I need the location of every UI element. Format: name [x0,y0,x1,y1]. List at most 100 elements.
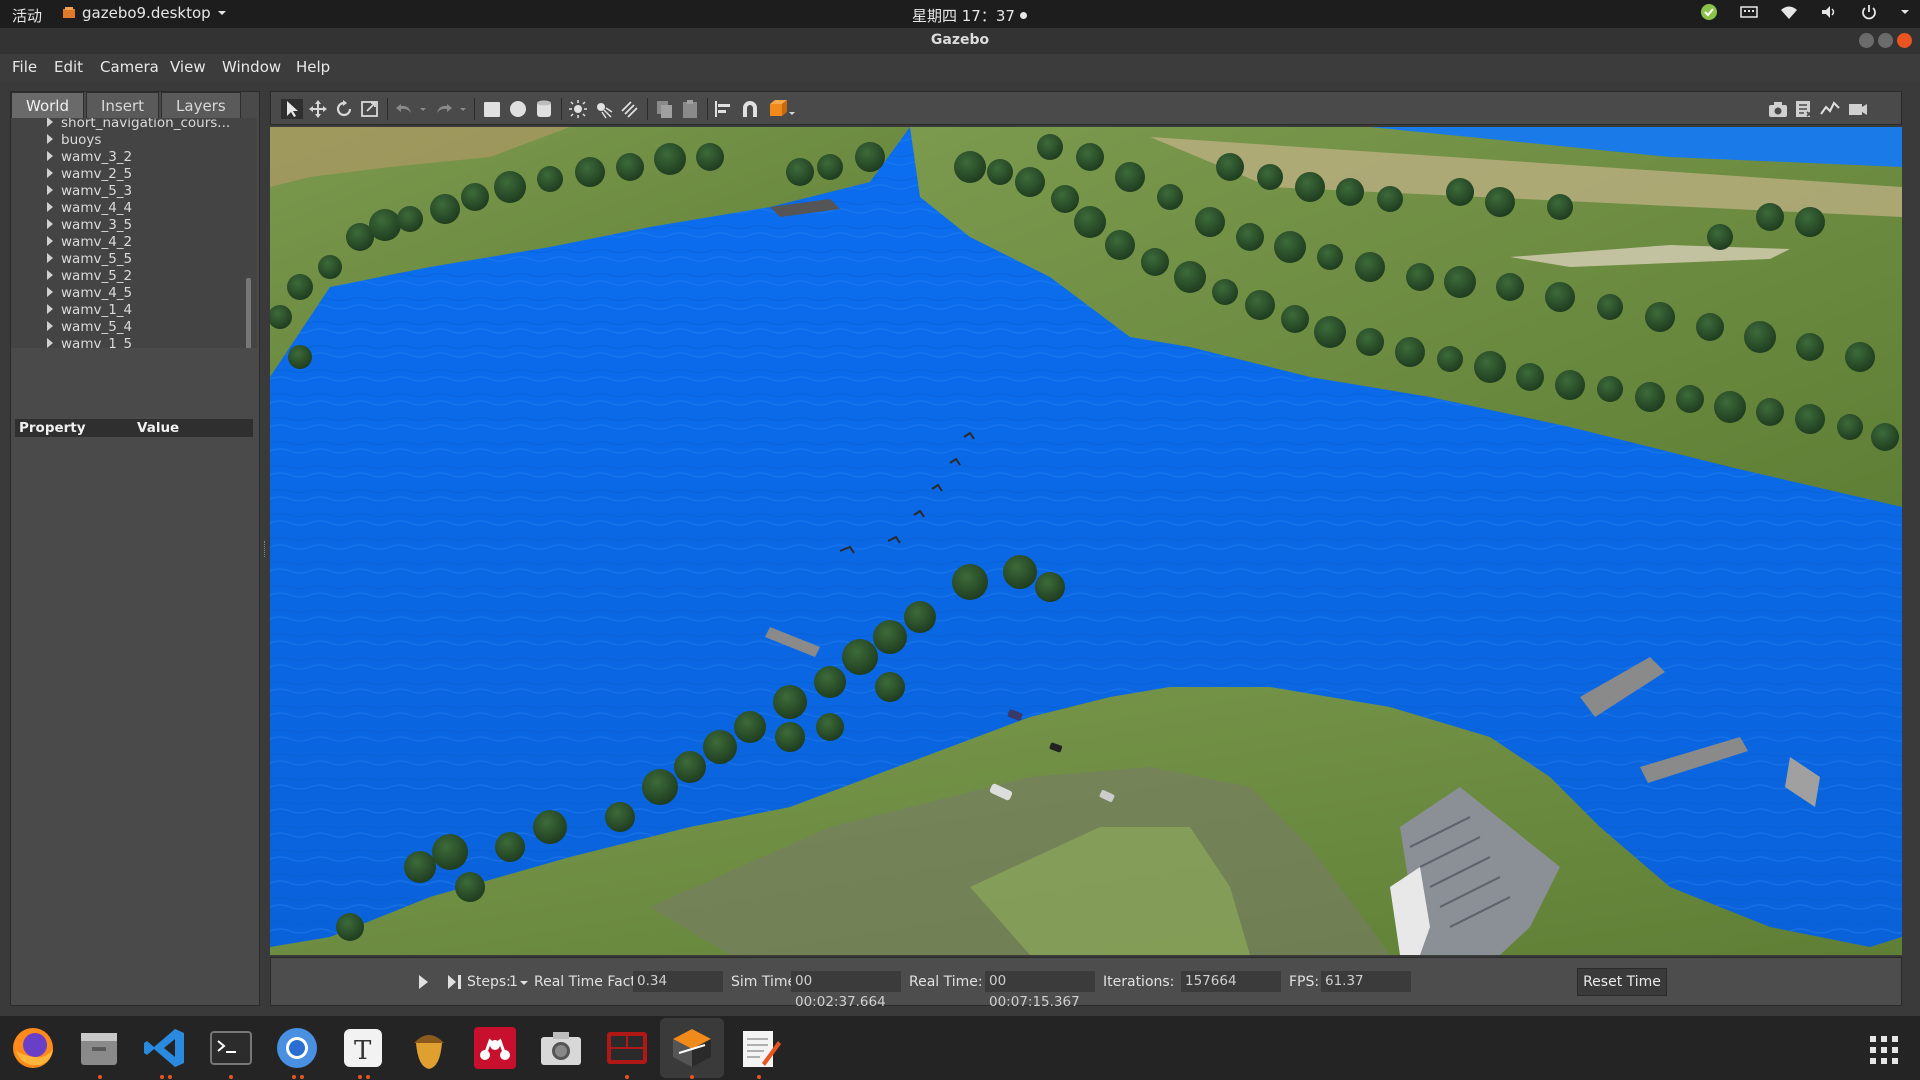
video-record-icon[interactable] [1847,99,1869,119]
typora-icon[interactable]: T [338,1023,388,1073]
terminator-icon[interactable] [602,1023,652,1073]
show-applications-icon[interactable] [1868,1034,1900,1066]
expand-arrow-icon[interactable] [47,185,53,195]
undo-dropdown-icon[interactable] [417,99,429,119]
tab-world[interactable]: World [11,92,84,118]
tree-item[interactable]: wamv_4_2 [47,234,132,251]
copy-icon[interactable] [653,99,675,119]
acorn-icon[interactable] [404,1023,454,1073]
snap-magnet-icon[interactable] [739,99,761,119]
tree-scrollbar[interactable] [246,278,251,348]
tab-layers[interactable]: Layers [161,92,241,118]
close-button[interactable] [1897,33,1912,48]
tree-item[interactable]: wamv_1_4 [47,302,132,319]
app-menu[interactable]: gazebo9.desktop [62,4,227,22]
text-editor-icon[interactable] [734,1023,784,1073]
log-icon[interactable] [1793,99,1815,119]
tree-item[interactable]: wamv_4_4 [47,200,132,217]
window-title-bar[interactable]: Gazebo [0,28,1920,54]
3d-viewport[interactable] [270,127,1902,955]
terminal-icon[interactable] [206,1023,256,1073]
expand-arrow-icon[interactable] [47,270,53,280]
tree-item[interactable]: wamv_2_5 [47,166,132,183]
select-arrow-icon[interactable] [281,99,303,119]
screenshot-camera-icon[interactable] [1767,99,1789,119]
activities-button[interactable]: 活动 [12,5,42,26]
chevron-down-icon[interactable] [1900,7,1910,17]
volume-icon[interactable] [1820,3,1838,21]
box-icon[interactable] [481,99,503,119]
cylinder-icon[interactable] [533,99,555,119]
expand-arrow-icon[interactable] [47,321,53,331]
menu-help[interactable]: Help [296,58,330,76]
vscode-icon[interactable] [140,1023,190,1073]
tree-item[interactable]: wamv_5_5 [47,251,132,268]
play-icon[interactable] [417,974,429,990]
menu-camera[interactable]: Camera [100,58,159,76]
screenshot-app-icon[interactable] [536,1023,586,1073]
minimize-button[interactable] [1859,33,1874,48]
redo-icon[interactable] [433,99,455,119]
keyboard-icon[interactable] [1740,3,1758,21]
undo-icon[interactable] [393,99,415,119]
gazebo-icon[interactable] [667,1023,717,1073]
tree-item[interactable]: short_navigation_cours... [47,118,230,132]
reset-time-button[interactable]: Reset Time [1577,968,1667,996]
point-light-icon[interactable] [567,99,589,119]
chromium-icon[interactable] [272,1023,322,1073]
mendeley-icon[interactable] [470,1023,520,1073]
expand-arrow-icon[interactable] [47,219,53,229]
scale-icon[interactable] [359,99,381,119]
tree-item[interactable]: wamv_3_2 [47,149,132,166]
firefox-icon[interactable] [8,1023,58,1073]
tab-insert[interactable]: Insert [86,92,160,118]
menu-view[interactable]: View [170,58,206,76]
menu-file[interactable]: File [12,58,37,76]
plot-icon[interactable] [1819,99,1841,119]
clock[interactable]: 星期四 17：37 [912,5,1027,26]
paste-icon[interactable] [679,99,701,119]
translate-icon[interactable] [307,99,329,119]
tree-item[interactable]: wamv_1_5 [47,336,132,348]
scene-render[interactable] [270,127,1902,955]
running-indicator [358,1075,362,1079]
expand-arrow-icon[interactable] [47,134,53,144]
tree-item[interactable]: wamv_5_2 [47,268,132,285]
expand-arrow-icon[interactable] [47,236,53,246]
sphere-icon[interactable] [507,99,529,119]
view-angle-icon[interactable] [767,99,797,119]
wifi-icon[interactable] [1780,3,1798,21]
menu-window[interactable]: Window [222,58,281,76]
tree-item[interactable]: wamv_5_4 [47,319,132,336]
expand-arrow-icon[interactable] [47,151,53,161]
tree-item-label: wamv_2_5 [61,166,133,182]
step-icon[interactable] [447,974,463,990]
expand-arrow-icon[interactable] [47,168,53,178]
expand-arrow-icon[interactable] [47,253,53,263]
expand-arrow-icon[interactable] [47,287,53,297]
spot-light-icon[interactable] [593,99,615,119]
property-column-header[interactable]: Property [19,420,86,436]
rotate-icon[interactable] [333,99,355,119]
directional-light-icon[interactable] [619,99,641,119]
tree-item[interactable]: wamv_4_5 [47,285,132,302]
tree-item[interactable]: wamv_5_3 [47,183,132,200]
files-icon[interactable] [74,1023,124,1073]
align-icon[interactable] [713,99,735,119]
expand-arrow-icon[interactable] [47,118,53,127]
chevron-down-icon[interactable] [519,980,529,988]
tree-item[interactable]: wamv_3_5 [47,217,132,234]
expand-arrow-icon[interactable] [47,202,53,212]
tree-item[interactable]: buoys [47,132,101,149]
expand-arrow-icon[interactable] [47,304,53,314]
redo-dropdown-icon[interactable] [457,99,469,119]
world-tree[interactable]: short_navigation_cours... buoys wamv_3_2… [11,118,257,348]
value-column-header[interactable]: Value [137,420,179,436]
update-icon[interactable] [1700,3,1718,21]
expand-arrow-icon[interactable] [47,338,53,348]
menu-edit[interactable]: Edit [54,58,83,76]
power-icon[interactable] [1860,3,1878,21]
steps-value[interactable]: 1 [509,974,518,990]
panel-splitter[interactable] [264,541,267,557]
maximize-button[interactable] [1878,33,1893,48]
